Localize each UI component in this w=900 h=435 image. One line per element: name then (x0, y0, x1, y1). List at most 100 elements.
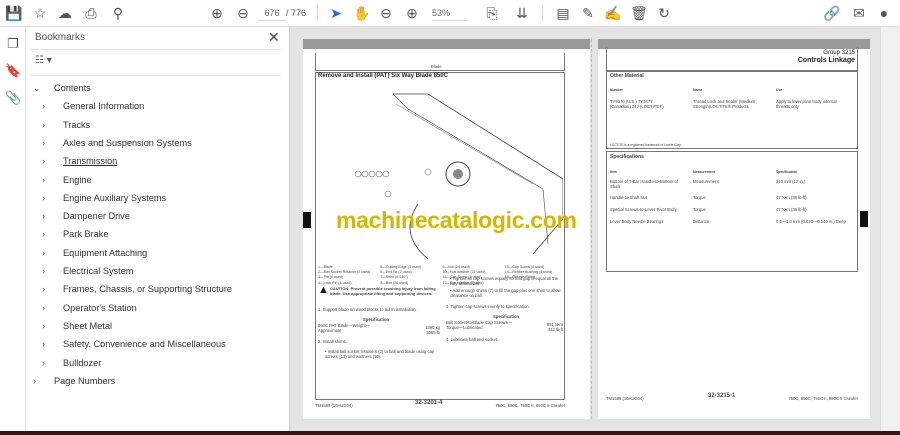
bookmark-label: Transmission (63, 156, 118, 167)
chevron-right-icon[interactable]: › (42, 355, 52, 371)
bookmark-label: Contents (54, 83, 91, 93)
spec-cell: Torque (693, 195, 706, 200)
bookmark-item[interactable]: › Page Numbers (33, 373, 115, 389)
chevron-right-icon[interactable]: › (42, 153, 52, 169)
bookmark-item[interactable]: › Electrical System (42, 263, 133, 279)
page-number: 32-3201-4 (415, 400, 443, 406)
bookmark-item[interactable]: › Park Brake (42, 226, 108, 242)
col-header: Use (776, 88, 783, 92)
pdf-page-right: Group 3215 Controls Linkage Other Materi… (598, 39, 870, 419)
section-tab (860, 211, 868, 227)
group-title: Controls Linkage (797, 57, 855, 64)
chevron-right-icon[interactable]: › (42, 281, 52, 297)
bookmark-label: Dampener Drive (63, 211, 130, 222)
bookmark-options-button[interactable]: ☷ ▾ (35, 55, 52, 66)
bookmark-item[interactable]: › Equipment Attaching (42, 245, 147, 261)
pages-icon[interactable]: ❐ (5, 36, 21, 52)
select-arrow-icon[interactable]: ➤ (326, 4, 346, 22)
bookmark-item[interactable]: › Engine (42, 172, 92, 188)
hand-icon[interactable]: ✋ (352, 4, 372, 22)
star-icon[interactable]: ☆ (30, 4, 50, 22)
chevron-right-icon[interactable]: › (42, 208, 52, 224)
spec-cell: Handle-to-Shaft Nut (610, 195, 648, 200)
chevron-right-icon[interactable]: › (33, 373, 43, 389)
scroll-mode-icon[interactable]: ⇊ (512, 4, 532, 22)
bookmark-item[interactable]: › Bulldozer (42, 355, 101, 371)
spec-label: Specification (363, 317, 390, 322)
bookmark-label: Frames, Chassis, or Supporting Structure (63, 284, 233, 295)
close-icon[interactable]: ✕ (268, 29, 280, 46)
bullet: • Tighten all cap screws equally so that… (450, 276, 559, 287)
chevron-right-icon[interactable]: › (42, 135, 52, 151)
bookmark-item[interactable]: › Axles and Suspension Systems (42, 135, 192, 151)
vertical-scrollbar[interactable] (880, 27, 900, 435)
bookmark-item[interactable]: ⌄ Contents (33, 80, 91, 96)
bookmark-label: Operator's Station (63, 302, 137, 313)
page-total: / 776 (286, 8, 307, 18)
sign-icon[interactable]: ✍ (603, 4, 623, 22)
section-title: Remove and Install (PAT) Six Way Blade 8… (318, 73, 448, 79)
bookmark-label: Electrical System (63, 266, 134, 276)
bookmark-label: Engine Auxiliary Systems (63, 192, 167, 203)
search-zoom-icon[interactable]: ⚲ (108, 4, 128, 22)
other-material-title: Other Material (610, 73, 644, 79)
bookmark-item[interactable]: › Operator's Station (42, 300, 137, 316)
step-1: 1. Support blade on wood blocks to aid i… (318, 307, 417, 312)
spec-cell: 310 mm (12 in.) (776, 179, 806, 184)
comment-icon[interactable]: ▤ (553, 4, 573, 22)
mail-icon[interactable]: ✉ (849, 4, 869, 22)
bookmark-label: Bulldozer (63, 357, 102, 368)
account-icon[interactable]: ● (874, 4, 894, 22)
chevron-down-icon[interactable]: ⌄ (33, 80, 43, 96)
spec-cell: Bottom of T-Bar Handle-to-Bottom of Shaf… (610, 179, 678, 190)
bookmark-item[interactable]: › Transmission (42, 153, 117, 169)
page-up-icon[interactable]: ⊕ (207, 4, 227, 22)
chevron-right-icon[interactable]: › (42, 226, 52, 242)
chevron-right-icon[interactable]: › (42, 172, 52, 188)
spec-cell: Special Screws-to-Lever Pivot Body (610, 207, 677, 212)
cell: Apply to lever pivot body internal threa… (776, 99, 837, 110)
share-link-icon[interactable]: 🔗 (822, 4, 842, 22)
pen-icon[interactable]: ✎ (578, 4, 598, 22)
chevron-right-icon[interactable]: › (42, 245, 52, 261)
chevron-right-icon[interactable]: › (42, 263, 52, 279)
bookmark-label: Axles and Suspension Systems (63, 137, 192, 148)
bookmark-item[interactable]: › Tracks (42, 117, 90, 133)
page-fit-icon[interactable]: ⎘ (482, 4, 502, 22)
bookmark-item[interactable]: › Engine Auxiliary Systems (42, 190, 166, 206)
zoom-level-input[interactable]: 53% (432, 6, 468, 21)
caution-text: CAUTION: Prevent possible crushing injur… (330, 286, 436, 297)
bookmark-item[interactable]: › Frames, Chassis, or Supporting Structur… (42, 281, 232, 297)
page-down-icon[interactable]: ⊖ (233, 4, 253, 22)
spec-cell: Distance (693, 219, 710, 224)
spec-value: 881 N•m 312 lb-ft (546, 322, 563, 333)
upload-icon[interactable]: ☁ (55, 4, 75, 22)
chevron-right-icon[interactable]: › (42, 190, 52, 206)
bookmark-item[interactable]: › General Information (42, 98, 144, 114)
bookmark-item[interactable]: › Sheet Metal (42, 318, 112, 334)
col-header: Specification (776, 170, 798, 174)
save-icon[interactable]: 💾 (4, 4, 24, 22)
step-3: 3. Tighten cap screws evenly to specific… (446, 304, 530, 309)
spec-label: Specification (493, 314, 520, 319)
chevron-right-icon[interactable]: › (42, 117, 52, 133)
document-view[interactable]: Blade Remove and Install (PAT) Six Way B… (290, 27, 880, 435)
attachment-icon[interactable]: 📎 (5, 90, 21, 106)
bookmark-item[interactable]: › Safety, Convenience and Miscellaneous (42, 336, 226, 352)
zoom-in-icon[interactable]: ⊕ (402, 4, 422, 22)
chevron-right-icon[interactable]: › (42, 98, 52, 114)
bookmark-icon[interactable]: 🔖 (5, 63, 21, 79)
zoom-out-icon[interactable]: ⊖ (376, 4, 396, 22)
watermark: machinecatalogic.com (336, 207, 577, 233)
page-number-input[interactable]: 676 (258, 6, 286, 21)
bookmark-item[interactable]: › Dampener Drive (42, 208, 130, 224)
rotate-icon[interactable]: ↻ (654, 4, 674, 22)
chevron-right-icon[interactable]: › (42, 300, 52, 316)
print-icon[interactable]: ⎙ (81, 4, 101, 22)
trademark-note: LOCTITE is a registered trademark of Loc… (610, 143, 683, 147)
spec-cell: 47 N•m (35 lb-ft) (776, 207, 807, 212)
chevron-right-icon[interactable]: › (42, 336, 52, 352)
footer-left: TM1589 (10AUG04) (315, 403, 353, 408)
delete-icon[interactable]: 🗑 (629, 4, 649, 22)
chevron-right-icon[interactable]: › (42, 318, 52, 334)
